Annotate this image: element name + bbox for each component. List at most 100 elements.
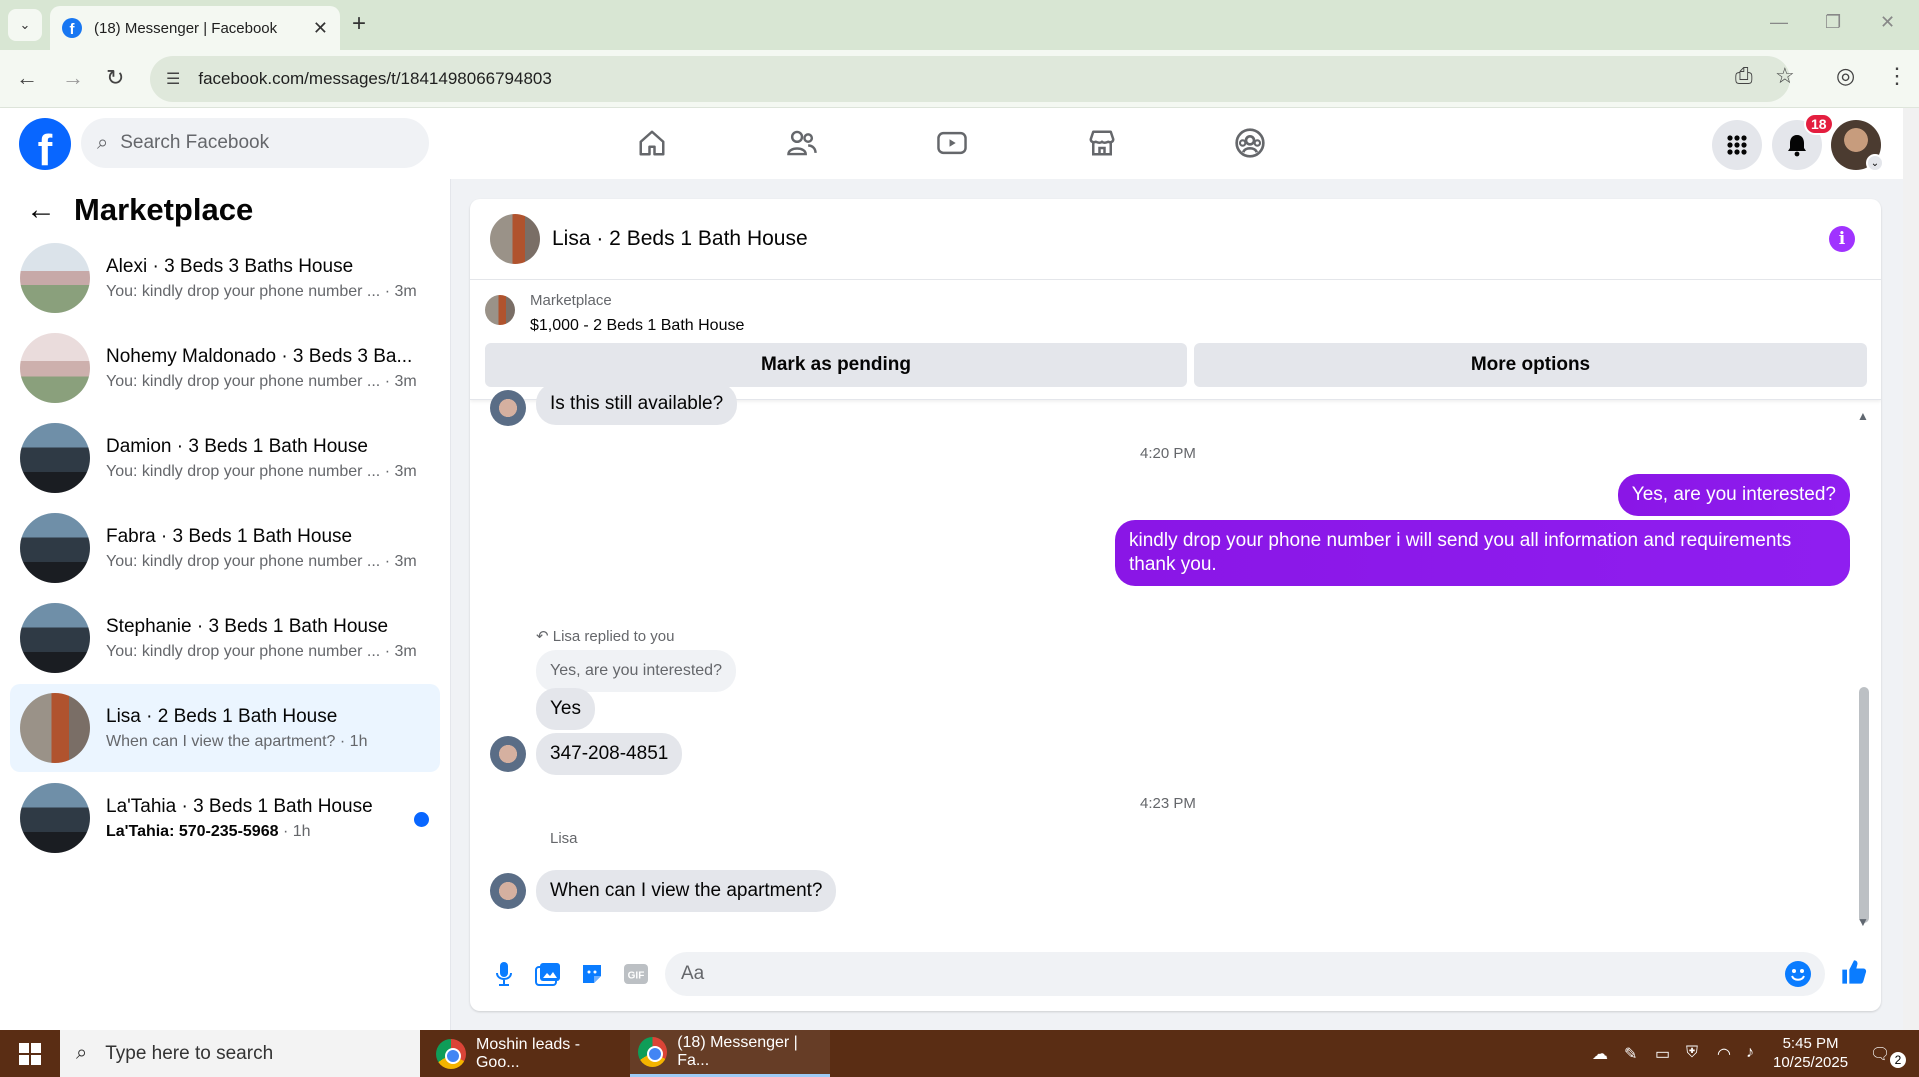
listing-thumbnail [20, 513, 90, 583]
message-incoming: Yes [536, 688, 595, 730]
forward-button[interactable]: → [62, 65, 84, 91]
menu-grid-button[interactable] [1712, 120, 1762, 170]
notification-count-badge: 2 [1890, 1052, 1906, 1068]
bell-icon [1788, 135, 1806, 157]
microphone-icon[interactable] [490, 960, 518, 988]
gif-icon[interactable]: GIF [622, 960, 650, 988]
site-settings-icon[interactable]: ☰ [166, 69, 180, 89]
windows-start-button[interactable] [0, 1030, 60, 1077]
battery-icon[interactable]: ▭ [1655, 1044, 1670, 1064]
chevron-down-icon[interactable]: ⌄ [1866, 154, 1884, 172]
search-icon: ⌕ [76, 1042, 88, 1064]
conversation-name: Damion · 3 Beds 1 Bath House [106, 435, 368, 457]
clock-date: 10/25/2025 [1773, 1054, 1849, 1071]
browser-tab[interactable]: f (18) Messenger | Facebook ✕ [50, 6, 340, 50]
omnibox[interactable]: ☰ facebook.com/messages/t/18414980667948… [150, 56, 1790, 102]
minimize-button[interactable]: — [1770, 12, 1788, 33]
chat-title[interactable]: Lisa · 2 Beds 1 Bath House [552, 227, 808, 251]
unread-indicator [414, 812, 429, 827]
close-window-button[interactable]: ✕ [1880, 12, 1895, 33]
message-incoming: When can I view the apartment? [536, 870, 837, 912]
message-input[interactable]: Aa [665, 952, 1825, 996]
back-arrow-icon[interactable]: ← [26, 193, 56, 227]
search-placeholder: Search Facebook [120, 132, 270, 153]
listing-thumbnail[interactable] [485, 295, 515, 325]
windows-logo-icon [19, 1042, 41, 1065]
listing-price[interactable]: $1,000 - 2 Beds 1 Bath House [530, 317, 744, 335]
facebook-favicon-icon: f [62, 18, 82, 38]
message-outgoing: kindly drop your phone number i will sen… [1115, 520, 1850, 586]
page-scrollbar[interactable] [1903, 108, 1919, 1030]
install-app-icon[interactable]: ⎙ [1735, 63, 1753, 89]
conversation-preview: You: kindly drop your phone number ... ·… [106, 282, 417, 300]
chrome-icon [638, 1037, 668, 1067]
groups-icon[interactable] [1228, 121, 1272, 165]
home-icon[interactable] [630, 121, 674, 165]
emoji-icon[interactable] [1785, 961, 1811, 987]
conversation-name: Fabra · 3 Beds 1 Bath House [106, 525, 353, 547]
conversation-item[interactable]: La'Tahia · 3 Beds 1 Bath House La'Tahia:… [10, 774, 440, 862]
chat-avatar[interactable] [490, 214, 540, 264]
listing-thumbnail [20, 693, 90, 763]
security-shield-icon[interactable]: ⛨ [1686, 1044, 1698, 1062]
wifi-icon[interactable]: ◠ [1717, 1044, 1731, 1064]
sender-name: Lisa [550, 830, 578, 847]
conversation-preview: You: kindly drop your phone number ... ·… [106, 462, 417, 480]
facebook-search[interactable]: ⌕ Search Facebook [81, 118, 429, 168]
chat-header: Lisa · 2 Beds 1 Bath House i [470, 199, 1881, 280]
video-icon[interactable] [930, 121, 974, 165]
taskbar-search[interactable]: ⌕ Type here to search [60, 1030, 420, 1077]
conversation-item[interactable]: Alexi · 3 Beds 3 Baths House You: kindly… [10, 234, 440, 322]
bookmark-star-icon[interactable]: ☆ [1775, 63, 1795, 89]
timestamp: 4:20 PM [1140, 445, 1196, 462]
back-button[interactable]: ← [16, 65, 38, 91]
photo-icon[interactable] [534, 960, 562, 988]
taskbar-app-chrome-leads[interactable]: Moshin leads - Goo... [428, 1030, 628, 1077]
taskbar-clock[interactable]: 5:45 PM 10/25/2025 [1773, 1034, 1848, 1072]
notification-badge: 18 [1804, 113, 1834, 135]
close-tab-icon[interactable]: ✕ [313, 18, 328, 39]
reply-note: ↶ Lisa replied to you [536, 627, 675, 645]
info-icon[interactable]: i [1829, 226, 1855, 252]
sidebar-header: ← Marketplace [26, 192, 253, 228]
conversation-preview: You: kindly drop your phone number ... ·… [106, 372, 417, 390]
reply-icon: ↶ [536, 628, 553, 645]
message-composer: GIF Aa [470, 939, 1881, 1011]
browser-menu-icon[interactable]: ⋮ [1886, 63, 1908, 89]
conversation-preview: La'Tahia: 570-235-5968 [106, 822, 279, 840]
profile-icon[interactable]: ◎ [1836, 63, 1855, 89]
new-tab-button[interactable]: + [352, 10, 366, 38]
url-text: facebook.com/messages/t/1841498066794803 [198, 69, 552, 88]
conversation-item[interactable]: Fabra · 3 Beds 1 Bath House You: kindly … [10, 504, 440, 592]
conversation-item[interactable]: Nohemy Maldonado · 3 Beds 3 Ba... You: k… [10, 324, 440, 412]
onedrive-icon[interactable]: ☁ [1592, 1044, 1608, 1064]
scrollbar-thumb[interactable] [1859, 687, 1869, 923]
chat-scrollbar[interactable]: ▲ ▼ [1857, 409, 1869, 929]
conversation-item-active[interactable]: Lisa · 2 Beds 1 Bath House When can I vi… [10, 684, 440, 772]
conversation-item[interactable]: Damion · 3 Beds 1 Bath House You: kindly… [10, 414, 440, 502]
action-center-icon[interactable]: 🗨 [1870, 1044, 1890, 1064]
facebook-logo[interactable]: f [19, 118, 71, 170]
taskbar-app-chrome-messenger[interactable]: (18) Messenger | Fa... [630, 1030, 830, 1077]
chrome-icon [436, 1038, 466, 1069]
sticker-icon[interactable] [578, 960, 606, 988]
address-bar-row: ← → ↻ ☰ facebook.com/messages/t/18414980… [0, 50, 1919, 108]
friends-icon[interactable] [780, 121, 824, 165]
restore-button[interactable]: ❐ [1825, 12, 1841, 33]
scroll-down-icon[interactable]: ▼ [1857, 915, 1869, 929]
taskbar-search-placeholder: Type here to search [105, 1042, 274, 1064]
volume-icon[interactable]: ♪ [1746, 1044, 1754, 1062]
message-input-placeholder: Aa [681, 963, 705, 984]
reload-button[interactable]: ↻ [106, 65, 124, 91]
tab-search-button[interactable]: ⌄ [8, 9, 42, 41]
taskbar-app-label: Moshin leads - Goo... [475, 1035, 581, 1071]
pen-icon[interactable]: ✎ [1624, 1044, 1637, 1064]
listing-thumbnail [20, 243, 90, 313]
scroll-up-icon[interactable]: ▲ [1857, 409, 1869, 423]
conversation-preview: You: kindly drop your phone number ... ·… [106, 552, 417, 570]
more-options-button[interactable]: More options [1194, 343, 1867, 387]
marketplace-icon[interactable] [1080, 121, 1124, 165]
mark-as-pending-button[interactable]: Mark as pending [485, 343, 1187, 387]
conversation-item[interactable]: Stephanie · 3 Beds 1 Bath House You: kin… [10, 594, 440, 682]
thumbs-up-icon[interactable] [1840, 958, 1868, 986]
